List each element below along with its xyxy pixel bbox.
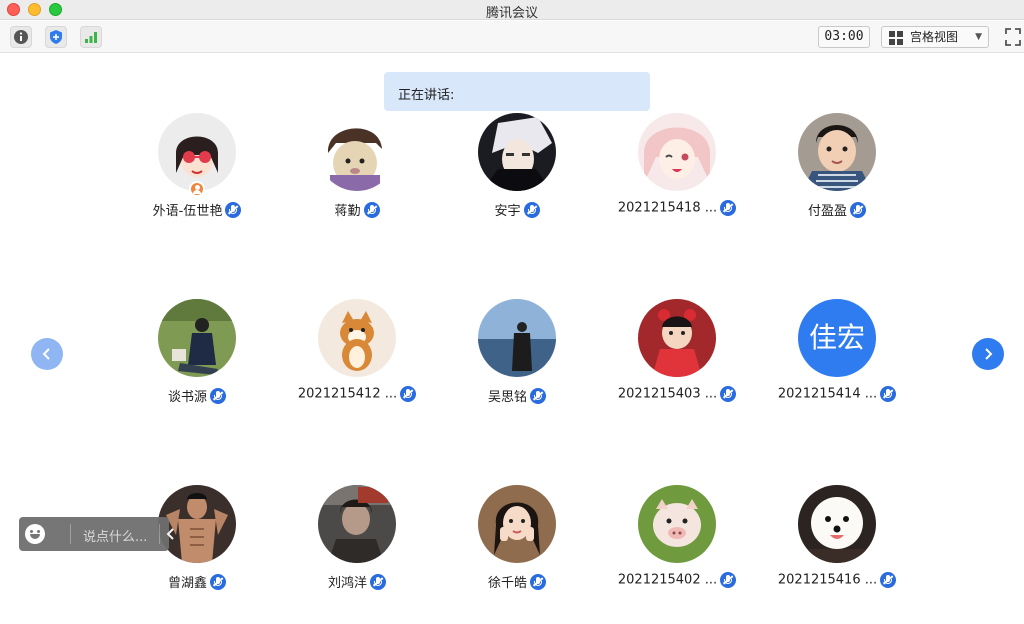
participant-name: 刘鸿洋 bbox=[327, 576, 367, 591]
security-shield-icon[interactable] bbox=[45, 26, 67, 48]
avatar-text: 佳宏 bbox=[798, 299, 876, 377]
participant-tile[interactable]: 吴思铭 bbox=[437, 299, 597, 419]
avatar bbox=[478, 113, 556, 191]
participant-name-row: 谈书源 bbox=[117, 386, 277, 405]
participant-name: 徐千皓 bbox=[487, 576, 527, 591]
avatar bbox=[638, 299, 716, 377]
mic-muted-icon bbox=[210, 387, 226, 404]
mic-muted-icon bbox=[523, 201, 540, 218]
mic-muted-icon bbox=[720, 386, 737, 402]
avatar bbox=[478, 299, 556, 377]
avatar bbox=[798, 485, 876, 563]
participant-tile[interactable]: 付盈盈 bbox=[757, 113, 917, 233]
participant-tile[interactable]: 2021215412 ... bbox=[277, 299, 437, 419]
divider bbox=[70, 524, 71, 544]
participant-tile[interactable]: 2021215418 ... bbox=[597, 113, 757, 233]
participant-name-row: 2021215402 ... bbox=[597, 572, 757, 590]
avatar bbox=[158, 299, 236, 377]
chat-input[interactable]: 说点什么... bbox=[83, 526, 147, 545]
participant-name: 安宇 bbox=[494, 204, 521, 219]
participant-tile[interactable]: 外语-伍世艳 bbox=[117, 113, 277, 233]
grid-view-icon bbox=[889, 31, 903, 45]
participant-name-row: 徐千皓 bbox=[437, 572, 597, 591]
emoji-icon[interactable] bbox=[25, 524, 45, 544]
participant-name-row: 2021215412 ... bbox=[277, 386, 437, 404]
participant-tile[interactable]: 徐千皓 bbox=[437, 485, 597, 605]
participant-name: 2021215414 ... bbox=[777, 386, 878, 402]
participant-name: 2021215402 ... bbox=[617, 572, 718, 588]
participant-name-row: 安宇 bbox=[437, 200, 597, 219]
participant-name: 外语-伍世艳 bbox=[152, 204, 223, 219]
mic-muted-icon bbox=[225, 201, 242, 218]
participant-tile[interactable]: 2021215402 ... bbox=[597, 485, 757, 605]
avatar bbox=[798, 113, 876, 191]
mic-muted-icon bbox=[530, 573, 546, 590]
mic-muted-icon bbox=[530, 387, 546, 404]
participant-name: 2021215418 ... bbox=[617, 200, 718, 216]
participant-name-row: 2021215416 ... bbox=[757, 572, 917, 590]
avatar bbox=[478, 485, 556, 563]
avatar bbox=[158, 113, 236, 191]
mic-muted-icon bbox=[210, 573, 226, 590]
meeting-timer: 03:00 bbox=[818, 26, 870, 48]
mic-muted-icon bbox=[363, 201, 380, 218]
mic-muted-icon bbox=[370, 573, 386, 590]
next-page-button[interactable] bbox=[972, 338, 1004, 370]
mic-muted-icon bbox=[720, 200, 737, 216]
participant-tile[interactable]: 刘鸿洋 bbox=[277, 485, 437, 605]
view-mode-label: 宫格视图 bbox=[910, 30, 959, 44]
participant-name-row: 2021215418 ... bbox=[597, 200, 757, 218]
avatar bbox=[318, 113, 396, 191]
info-icon[interactable] bbox=[10, 26, 32, 48]
chevron-left-icon bbox=[42, 348, 50, 360]
chevron-right-icon bbox=[985, 348, 993, 360]
title-bar: 腾讯会议 bbox=[0, 0, 1024, 21]
toolbar: 03:00 宫格视图 ▼ bbox=[0, 21, 1024, 53]
participant-tile[interactable]: 2021215416 ... bbox=[757, 485, 917, 605]
collapse-chevron-left-icon[interactable] bbox=[165, 524, 177, 544]
avatar bbox=[638, 113, 716, 191]
host-badge bbox=[189, 181, 205, 197]
mic-muted-icon bbox=[880, 386, 897, 402]
participant-name-row: 付盈盈 bbox=[757, 200, 917, 219]
active-speaker-banner: 正在讲话: bbox=[384, 72, 650, 111]
participant-name: 2021215416 ... bbox=[777, 572, 878, 588]
participant-name: 付盈盈 bbox=[807, 204, 847, 219]
fullscreen-icon[interactable] bbox=[1004, 27, 1022, 47]
participant-name-row: 刘鸿洋 bbox=[277, 572, 437, 591]
divider bbox=[159, 524, 160, 544]
mic-muted-icon bbox=[400, 386, 417, 402]
participant-name-row: 2021215414 ... bbox=[757, 386, 917, 404]
participant-tile[interactable]: 蒋勤 bbox=[277, 113, 437, 233]
participant-name: 吴思铭 bbox=[487, 390, 527, 405]
participant-tile[interactable]: 2021215403 ... bbox=[597, 299, 757, 419]
participant-name-row: 蒋勤 bbox=[277, 200, 437, 219]
avatar bbox=[318, 485, 396, 563]
participant-tile[interactable]: 谈书源 bbox=[117, 299, 277, 419]
chevron-down-icon: ▼ bbox=[975, 32, 982, 42]
participant-name-row: 外语-伍世艳 bbox=[117, 200, 277, 219]
view-mode-select[interactable]: 宫格视图 ▼ bbox=[881, 26, 989, 48]
participant-name: 曾湖鑫 bbox=[167, 576, 207, 591]
participant-tile[interactable]: 安宇 bbox=[437, 113, 597, 233]
signal-icon[interactable] bbox=[80, 26, 102, 48]
participant-name-row: 2021215403 ... bbox=[597, 386, 757, 404]
previous-page-button[interactable] bbox=[31, 338, 63, 370]
chat-bar: 说点什么... bbox=[19, 517, 174, 551]
mic-muted-icon bbox=[720, 572, 737, 588]
mic-muted-icon bbox=[850, 201, 866, 218]
avatar bbox=[638, 485, 716, 563]
participant-name-row: 曾湖鑫 bbox=[117, 572, 277, 591]
window-title: 腾讯会议 bbox=[485, 6, 538, 21]
participant-tile[interactable]: 佳宏 2021215414 ... bbox=[757, 299, 917, 419]
participant-name-row: 吴思铭 bbox=[437, 386, 597, 405]
avatar bbox=[318, 299, 396, 377]
participant-name: 谈书源 bbox=[167, 390, 207, 405]
mic-muted-icon bbox=[880, 572, 897, 588]
participant-name: 2021215403 ... bbox=[617, 386, 718, 402]
participant-name: 蒋勤 bbox=[334, 204, 361, 219]
participant-name: 2021215412 ... bbox=[297, 386, 398, 402]
